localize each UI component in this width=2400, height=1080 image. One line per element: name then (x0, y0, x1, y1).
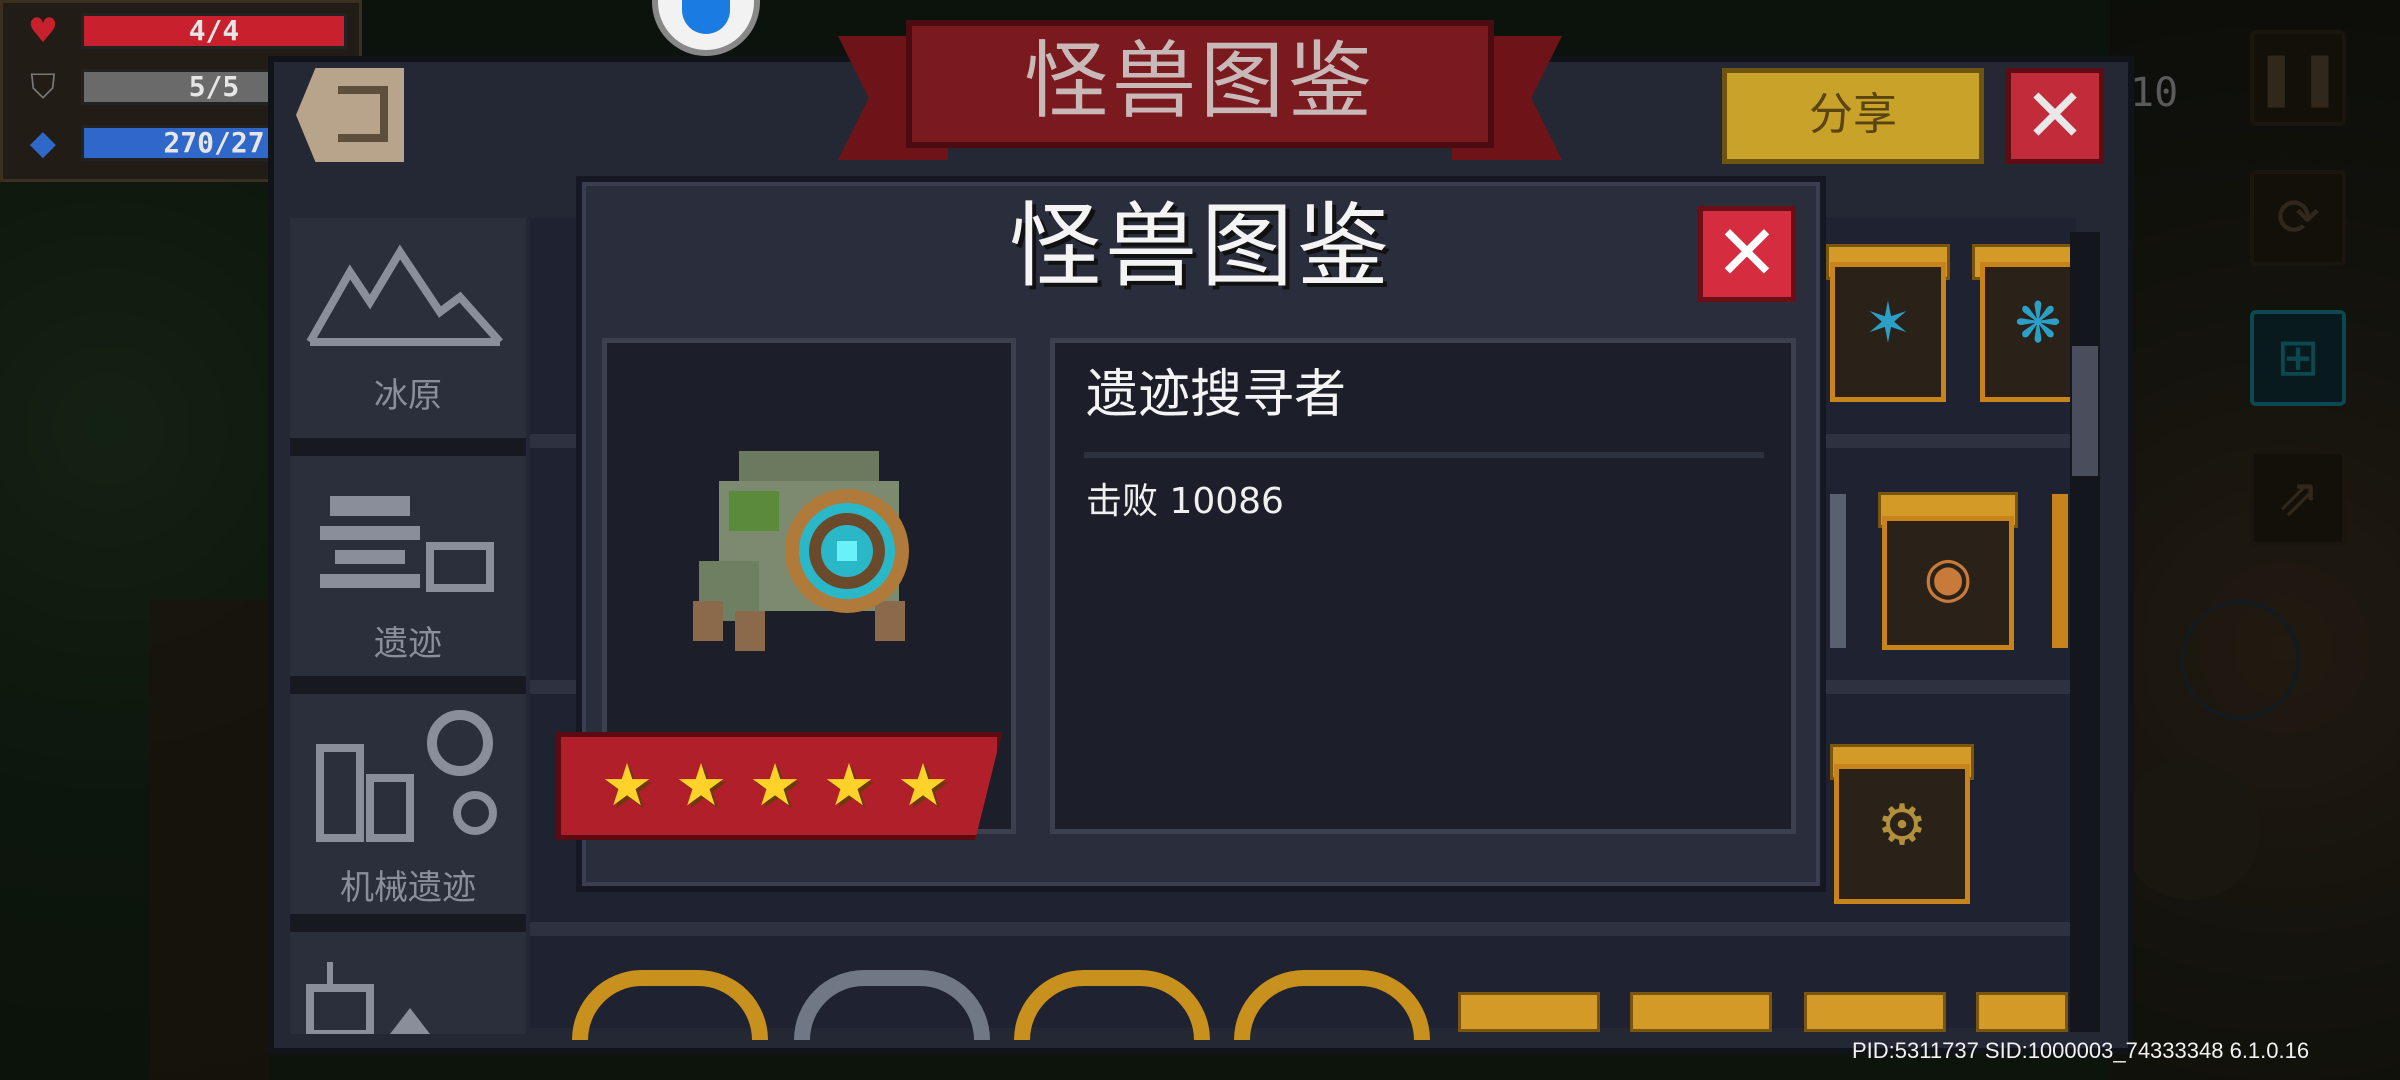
build-info-text: PID:5311737 SID:1000003_74333348 6.1.0.1… (1852, 1038, 2310, 1063)
level-indicator: 10 (2130, 70, 2179, 116)
category-castle[interactable] (290, 932, 526, 1034)
star-icon: ★ (823, 751, 875, 819)
exit-icon (338, 86, 388, 142)
category-divider (290, 438, 526, 456)
star-icon: ★ (675, 751, 727, 819)
star-icon: ★ (601, 751, 653, 819)
energy-icon: ◆ (29, 123, 57, 163)
monster-card[interactable]: ✶ (1830, 262, 1946, 402)
share-button[interactable]: 分享 (1722, 68, 1984, 164)
shield-icon: ⛉ (30, 67, 56, 107)
ice-star-monster-icon: ✶ (1864, 291, 1912, 356)
atlas-close-button[interactable]: ✕ (2006, 68, 2104, 164)
ruin-seeker-sprite (693, 451, 909, 651)
category-divider (290, 676, 526, 694)
category-divider (290, 914, 526, 932)
card-cap (1458, 992, 1600, 1032)
castle-icon (306, 962, 430, 1034)
star-rating-ribbon: ★ ★ ★ ★ ★ (556, 732, 1002, 840)
hp-text: 4/4 (188, 14, 240, 47)
dialog-title: 怪兽图鉴 (1008, 193, 1393, 300)
monster-card[interactable]: ◉ (1882, 516, 2014, 650)
card-cap (1630, 992, 1772, 1032)
card-cap (1976, 992, 2068, 1032)
dialog-close-button[interactable]: ✕ (1698, 206, 1796, 302)
category-label: 机械遗迹 (340, 868, 476, 908)
ruins-icon (320, 496, 494, 592)
atlas-header-title: 怪兽图鉴 (906, 20, 1494, 148)
category-label: 冰原 (374, 376, 442, 416)
star-icon: ★ (897, 751, 949, 819)
monster-name: 遗迹搜寻者 (1086, 365, 1347, 425)
scrollbar-thumb[interactable] (2072, 346, 2098, 476)
eye-monster-icon: ◉ (1923, 545, 1973, 610)
gear-monster-icon: ⚙ (1876, 793, 1928, 858)
mechanical-ruins-icon (316, 710, 497, 842)
row-divider (530, 922, 2076, 936)
frame-edge (1830, 494, 1846, 648)
hp-bar: 4/4 (81, 13, 347, 49)
card-cap (1804, 992, 1946, 1032)
mountain-icon (306, 244, 503, 346)
heart-icon: ♥ (27, 11, 59, 51)
category-ice-field[interactable]: 冰原 (290, 218, 526, 438)
frame-edge (2052, 494, 2068, 648)
kill-count: 击败 10086 (1086, 481, 1284, 522)
category-ruins[interactable]: 遗迹 (290, 456, 526, 676)
info-divider (1084, 452, 1764, 458)
category-mechanical-ruins[interactable]: 机械遗迹 (290, 694, 526, 914)
bookmark-icon (682, 0, 730, 34)
star-icon: ★ (749, 751, 801, 819)
category-label: 遗迹 (374, 624, 442, 664)
monster-card[interactable]: ⚙ (1834, 764, 1970, 904)
